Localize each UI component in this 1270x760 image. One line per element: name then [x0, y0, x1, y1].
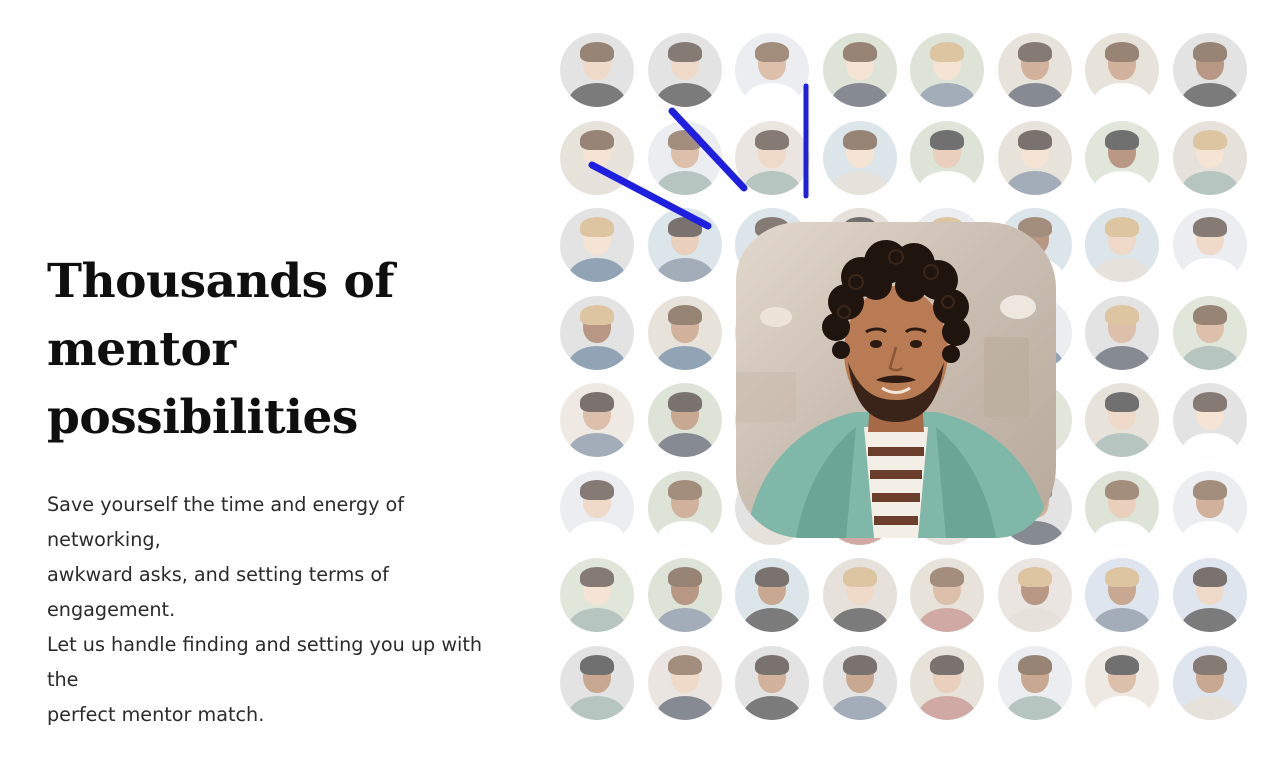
highlight-scribble [588, 83, 809, 230]
scribble-stroke-1 [588, 161, 712, 230]
scribble-stroke-2 [668, 107, 748, 192]
